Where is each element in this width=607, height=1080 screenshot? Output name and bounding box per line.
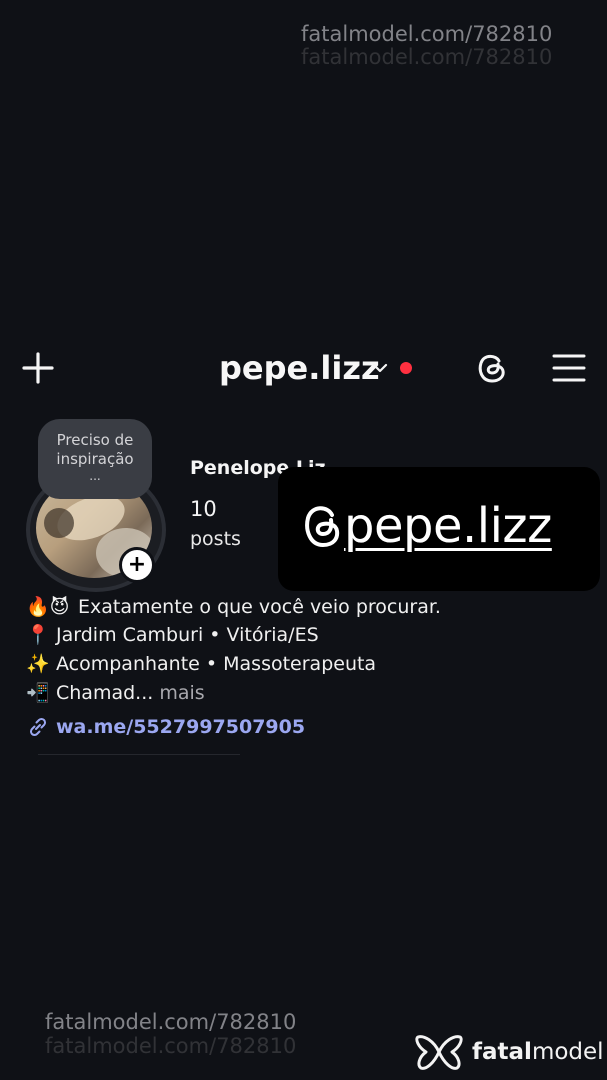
bio-line: 🔥😈 Exatamente o que você veio procurar.: [26, 594, 441, 620]
brand-name: fatalmodel: [472, 1037, 604, 1067]
divider: [38, 754, 240, 755]
overlay-handle-text: pepe.lizz: [344, 498, 552, 554]
bio-text: Chamad...: [56, 682, 154, 704]
bio-text: Exatamente o que você veio procurar.: [78, 596, 441, 618]
profile-username[interactable]: pepe.lizz: [219, 348, 380, 388]
watermark-bottom-shadow: fatalmodel.com/782810: [45, 1034, 297, 1058]
bio-line: 📍 Jardim Camburi • Vitória/ES: [26, 622, 319, 648]
brand-name-rest: model: [531, 1039, 604, 1065]
phone-emoji: 📲: [26, 682, 50, 704]
bio-line: ✨ Acompanhante • Massoterapeuta: [26, 651, 376, 677]
watermark-top-shadow: fatalmodel.com/782810: [301, 45, 553, 69]
threads-icon[interactable]: [474, 350, 510, 386]
profile-note[interactable]: Preciso de inspiração ...: [38, 419, 152, 499]
threads-icon: [305, 506, 340, 547]
add-story-button[interactable]: +: [119, 547, 155, 583]
fire-devil-emoji: 🔥😈: [26, 596, 70, 618]
link-icon: [29, 717, 47, 737]
notification-dot: [400, 362, 412, 374]
pin-emoji: 📍: [26, 624, 50, 646]
bio-link-text[interactable]: wa.me/5527997507905: [56, 714, 305, 740]
bio-link[interactable]: wa.me/5527997507905: [26, 714, 305, 740]
bio-more-button[interactable]: mais: [159, 682, 204, 704]
fatalmodel-logo: fatalmodel: [414, 1033, 604, 1071]
menu-icon[interactable]: [552, 352, 586, 384]
watermark-bottom: fatalmodel.com/782810: [45, 1010, 297, 1034]
watermark-top: fatalmodel.com/782810: [301, 22, 553, 46]
plus-icon[interactable]: [22, 352, 54, 384]
chevron-down-icon[interactable]: [372, 362, 388, 374]
posts-count[interactable]: 10: [190, 495, 217, 523]
bio-line: 📲 Chamad... mais: [26, 680, 205, 706]
handle-overlay: pepe.lizz: [300, 496, 552, 556]
bio-text: Acompanhante • Massoterapeuta: [56, 653, 377, 675]
sparkles-emoji: ✨: [26, 653, 50, 675]
brand-name-bold: fatal: [472, 1039, 532, 1065]
note-ellipsis: ...: [89, 469, 101, 483]
note-text: Preciso de inspiração: [56, 431, 134, 468]
bio-text: Jardim Camburi • Vitória/ES: [56, 624, 319, 646]
posts-label[interactable]: posts: [190, 526, 241, 552]
butterfly-logo-icon: [415, 1035, 463, 1070]
